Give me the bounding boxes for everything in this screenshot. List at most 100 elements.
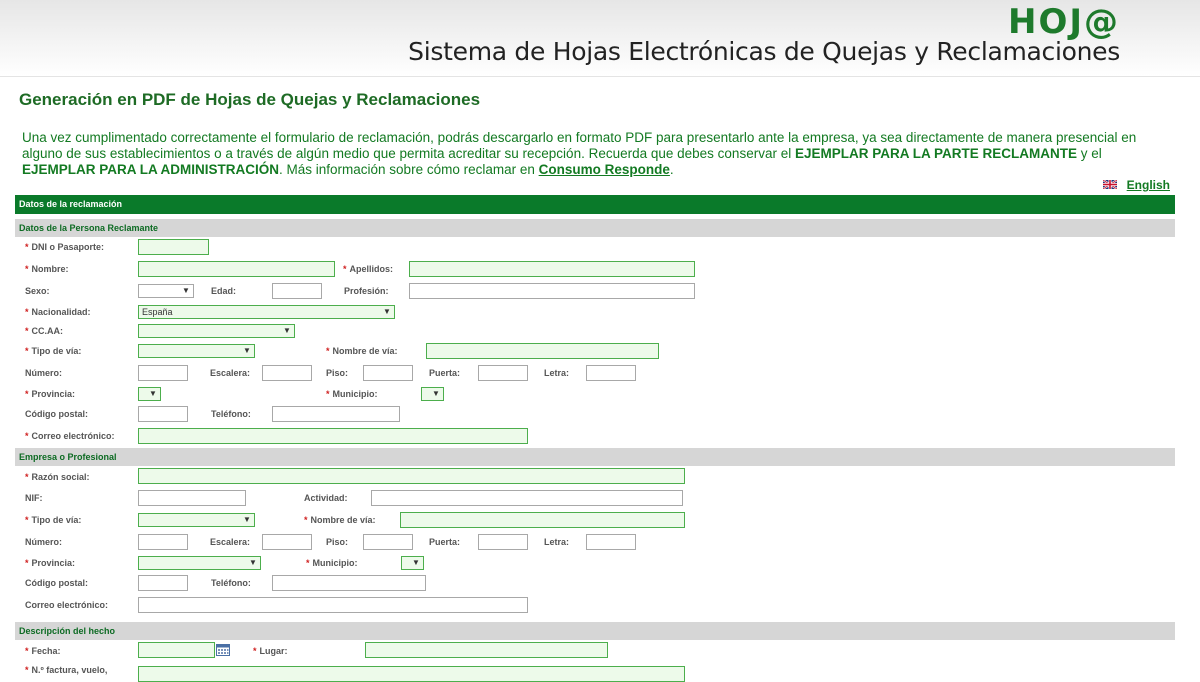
empresa-nombre-via-input[interactable] xyxy=(400,512,685,528)
chevron-down-icon: ▼ xyxy=(412,558,420,567)
numero-input[interactable] xyxy=(138,365,188,381)
provincia-select[interactable]: ▼ xyxy=(138,387,161,401)
app-subtitle: Sistema de Hojas Electrónicas de Quejas … xyxy=(408,37,1120,66)
consumo-responde-link[interactable]: Consumo Responde xyxy=(539,162,670,177)
municipio-select[interactable]: ▼ xyxy=(421,387,444,401)
label-empresa-numero: Número: xyxy=(25,537,63,547)
label-profesion: Profesión: xyxy=(344,286,389,296)
empresa-correo-input[interactable] xyxy=(138,597,528,613)
label-escalera: Escalera: xyxy=(210,368,251,378)
lugar-input[interactable] xyxy=(365,642,608,658)
apellidos-input[interactable] xyxy=(409,261,695,277)
escalera-input[interactable] xyxy=(262,365,312,381)
correo-input[interactable] xyxy=(138,428,528,444)
required-mark: * xyxy=(326,346,330,356)
required-mark: * xyxy=(25,242,29,252)
required-mark: * xyxy=(343,264,347,274)
chevron-down-icon: ▼ xyxy=(149,389,157,398)
edad-input[interactable] xyxy=(272,283,322,299)
factura-input[interactable] xyxy=(138,666,685,682)
empresa-letra-input[interactable] xyxy=(586,534,636,550)
form-header: Datos de la reclamación xyxy=(15,195,1175,214)
letra-input[interactable] xyxy=(586,365,636,381)
intro-part: y el xyxy=(1076,146,1102,161)
label-nombre-via: * Nombre de vía: xyxy=(326,345,398,357)
chevron-down-icon: ▼ xyxy=(432,389,440,398)
required-mark: * xyxy=(304,515,308,525)
label-text: Nacionalidad: xyxy=(31,307,91,317)
razon-social-input[interactable] xyxy=(138,468,685,484)
empresa-puerta-input[interactable] xyxy=(478,534,528,550)
required-mark: * xyxy=(326,389,330,399)
intro-text: Una vez cumplimentado correctamente el f… xyxy=(22,130,1172,178)
nombre-via-input[interactable] xyxy=(426,343,659,359)
empresa-numero-input[interactable] xyxy=(138,534,188,550)
empresa-telefono-input[interactable] xyxy=(272,575,426,591)
puerta-input[interactable] xyxy=(478,365,528,381)
empresa-tipo-via-select[interactable]: ▼ xyxy=(138,513,255,527)
empresa-codigo-postal-input[interactable] xyxy=(138,575,188,591)
chevron-down-icon: ▼ xyxy=(182,286,190,295)
language-switch[interactable]: English xyxy=(1102,178,1170,192)
label-empresa-correo: Correo electrónico: xyxy=(25,600,109,610)
chevron-down-icon: ▼ xyxy=(243,346,251,355)
ccaa-select[interactable]: ▼ xyxy=(138,324,295,338)
intro-bold: EJEMPLAR PARA LA PARTE RECLAMANTE xyxy=(794,146,1077,161)
required-mark: * xyxy=(253,646,257,656)
dni-input[interactable] xyxy=(138,239,209,255)
nacionalidad-select[interactable]: España ▼ xyxy=(138,305,395,319)
label-nif: NIF: xyxy=(25,493,43,503)
label-text: Municipio: xyxy=(332,389,378,399)
uk-flag-icon xyxy=(1102,180,1117,190)
piso-input[interactable] xyxy=(363,365,413,381)
sexo-select[interactable]: ▼ xyxy=(138,284,194,298)
label-actividad: Actividad: xyxy=(304,493,348,503)
actividad-input[interactable] xyxy=(371,490,683,506)
label-empresa-puerta: Puerta: xyxy=(429,537,461,547)
chevron-down-icon: ▼ xyxy=(283,326,291,335)
profesion-input[interactable] xyxy=(409,283,695,299)
label-text: CC.AA: xyxy=(31,326,64,336)
section-company: Empresa o Profesional xyxy=(15,448,1175,466)
label-edad: Edad: xyxy=(211,286,237,296)
label-empresa-piso: Piso: xyxy=(326,537,349,547)
label-fecha: * Fecha: xyxy=(25,645,61,657)
codigo-postal-input[interactable] xyxy=(138,406,188,422)
label-ccaa: * CC.AA: xyxy=(25,325,63,337)
empresa-provincia-select[interactable]: ▼ xyxy=(138,556,261,570)
nacionalidad-value: España xyxy=(142,307,173,317)
label-empresa-telefono: Teléfono: xyxy=(211,578,251,588)
label-nacionalidad: * Nacionalidad: xyxy=(25,306,91,318)
label-text: Razón social: xyxy=(31,472,90,482)
label-text: Apellidos: xyxy=(349,264,394,274)
telefono-input[interactable] xyxy=(272,406,400,422)
empresa-municipio-select[interactable]: ▼ xyxy=(401,556,424,570)
label-text: Nombre: xyxy=(31,264,69,274)
nif-input[interactable] xyxy=(138,490,246,506)
label-dni: * DNI o Pasaporte: xyxy=(25,241,104,253)
label-empresa-letra: Letra: xyxy=(544,537,570,547)
label-empresa-municipio: * Municipio: xyxy=(306,557,358,569)
chevron-down-icon: ▼ xyxy=(243,515,251,524)
label-tipo-via: * Tipo de vía: xyxy=(25,345,81,357)
calendar-icon[interactable] xyxy=(216,644,230,656)
label-empresa-provincia: * Provincia: xyxy=(25,557,75,569)
empresa-escalera-input[interactable] xyxy=(262,534,312,550)
label-telefono: Teléfono: xyxy=(211,409,251,419)
label-factura: * N.º factura, vuelo, xyxy=(25,664,107,676)
empresa-piso-input[interactable] xyxy=(363,534,413,550)
intro-part: . Más información sobre cómo reclamar en xyxy=(279,162,539,177)
label-razon-social: * Razón social: xyxy=(25,471,90,483)
label-codigo-postal: Código postal: xyxy=(25,409,88,419)
section-claimant: Datos de la Persona Reclamante xyxy=(15,219,1175,237)
label-empresa-escalera: Escalera: xyxy=(210,537,251,547)
label-text: Nombre de vía: xyxy=(310,515,376,525)
english-link[interactable]: English xyxy=(1127,178,1170,192)
nombre-input[interactable] xyxy=(138,261,335,277)
label-piso: Piso: xyxy=(326,368,349,378)
header: HOJ@ Sistema de Hojas Electrónicas de Qu… xyxy=(0,0,1200,77)
tipo-via-select[interactable]: ▼ xyxy=(138,344,255,358)
fecha-input[interactable] xyxy=(138,642,215,658)
label-text: Lugar: xyxy=(259,646,288,656)
label-letra: Letra: xyxy=(544,368,570,378)
